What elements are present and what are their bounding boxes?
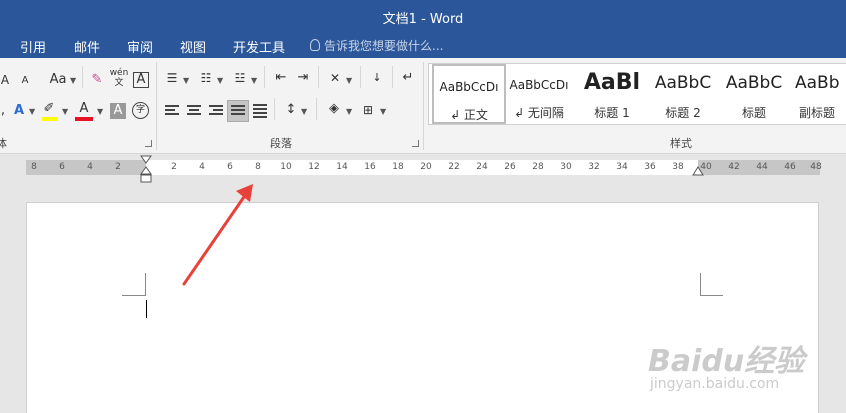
watermark-url: jingyan.baidu.com [650,376,780,392]
watermark-logo: Baidu经验 [648,344,805,379]
